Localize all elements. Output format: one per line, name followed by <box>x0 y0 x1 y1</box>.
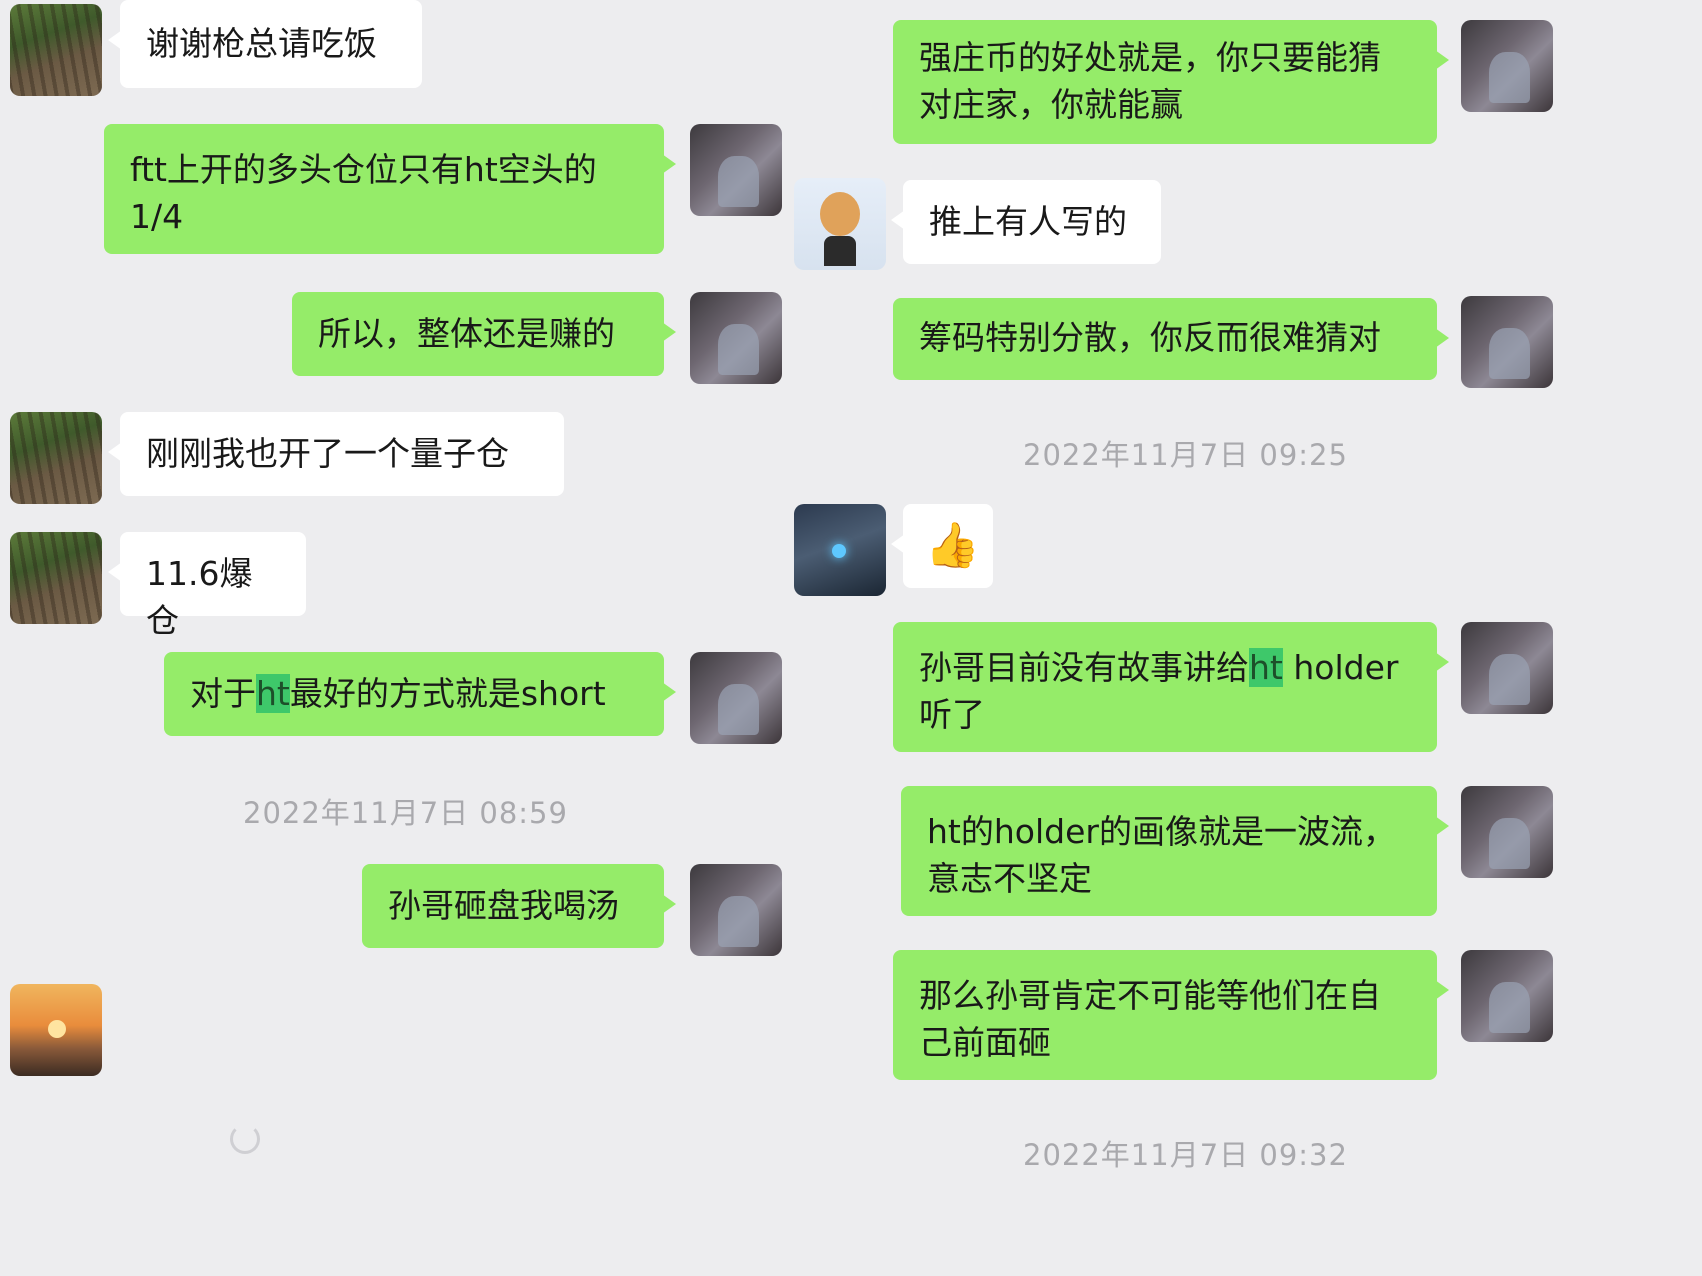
message-text: 孙哥目前没有故事讲给 <box>919 648 1249 687</box>
timestamp: 2022年11月7日 09:32 <box>1023 1138 1348 1172</box>
avatar-robot[interactable] <box>794 504 886 596</box>
message-bubble-outgoing[interactable]: 所以，整体还是赚的 <box>292 292 676 376</box>
avatar-self[interactable] <box>1461 622 1553 714</box>
avatar-sunset[interactable] <box>10 984 102 1076</box>
avatar-forest[interactable] <box>10 532 102 624</box>
message-bubble-incoming[interactable]: 谢谢枪总请吃饭 <box>108 0 422 88</box>
message-bubble-outgoing[interactable]: 那么孙哥肯定不可能等他们在自 己前面砸 <box>893 950 1449 1080</box>
search-highlight: ht <box>256 674 290 713</box>
avatar-self[interactable] <box>690 292 782 384</box>
avatar-forest[interactable] <box>10 4 102 96</box>
avatar-self[interactable] <box>690 864 782 956</box>
message-bubble-outgoing[interactable]: 筹码特别分散，你反而很难猜对 <box>893 298 1449 380</box>
avatar-self[interactable] <box>1461 296 1553 388</box>
avatar-self[interactable] <box>690 652 782 744</box>
timestamp: 2022年11月7日 09:25 <box>1023 438 1348 472</box>
left-chat-panel: 谢谢枪总请吃饭 ftt上开的多头仓位只有ht空头的 1/4 所以，整体还是赚的 … <box>0 0 851 1276</box>
message-bubble-outgoing[interactable]: 对于ht最好的方式就是short <box>164 652 676 736</box>
message-bubble-incoming[interactable]: 推上有人写的 <box>891 180 1161 264</box>
avatar-self[interactable] <box>690 124 782 216</box>
message-bubble-outgoing[interactable]: 孙哥砸盘我喝汤 <box>362 864 676 948</box>
message-bubble-outgoing[interactable]: 孙哥目前没有故事讲给ht holder 听了 <box>893 622 1449 752</box>
avatar-self[interactable] <box>1461 950 1553 1042</box>
message-text: 最好的方式就是short <box>289 674 606 713</box>
message-bubble-outgoing[interactable]: 强庄币的好处就是，你只要能猜 对庄家，你就能赢 <box>893 20 1449 144</box>
message-bubble-incoming[interactable]: 11.6爆仓 <box>108 532 306 640</box>
thumbs-up-emoji[interactable]: 👍 <box>891 504 993 588</box>
right-chat-panel: 强庄币的好处就是，你只要能猜 对庄家，你就能赢 推上有人写的 筹码特别分散，你反… <box>794 0 1702 1276</box>
message-bubble-outgoing[interactable]: ftt上开的多头仓位只有ht空头的 1/4 <box>104 124 676 254</box>
avatar-forest[interactable] <box>10 412 102 504</box>
message-bubble-incoming[interactable]: 刚刚我也开了一个量子仓 <box>108 412 564 496</box>
avatar-cartoon[interactable] <box>794 178 886 270</box>
avatar-self[interactable] <box>1461 20 1553 112</box>
message-bubble-outgoing[interactable]: ht的holder的画像就是一波流， 意志不坚定 <box>901 786 1449 916</box>
timestamp: 2022年11月7日 08:59 <box>243 796 568 830</box>
search-highlight: ht <box>1249 648 1283 687</box>
loading-spinner-icon <box>230 1124 260 1154</box>
message-text: 对于 <box>190 674 256 713</box>
avatar-self[interactable] <box>1461 786 1553 878</box>
